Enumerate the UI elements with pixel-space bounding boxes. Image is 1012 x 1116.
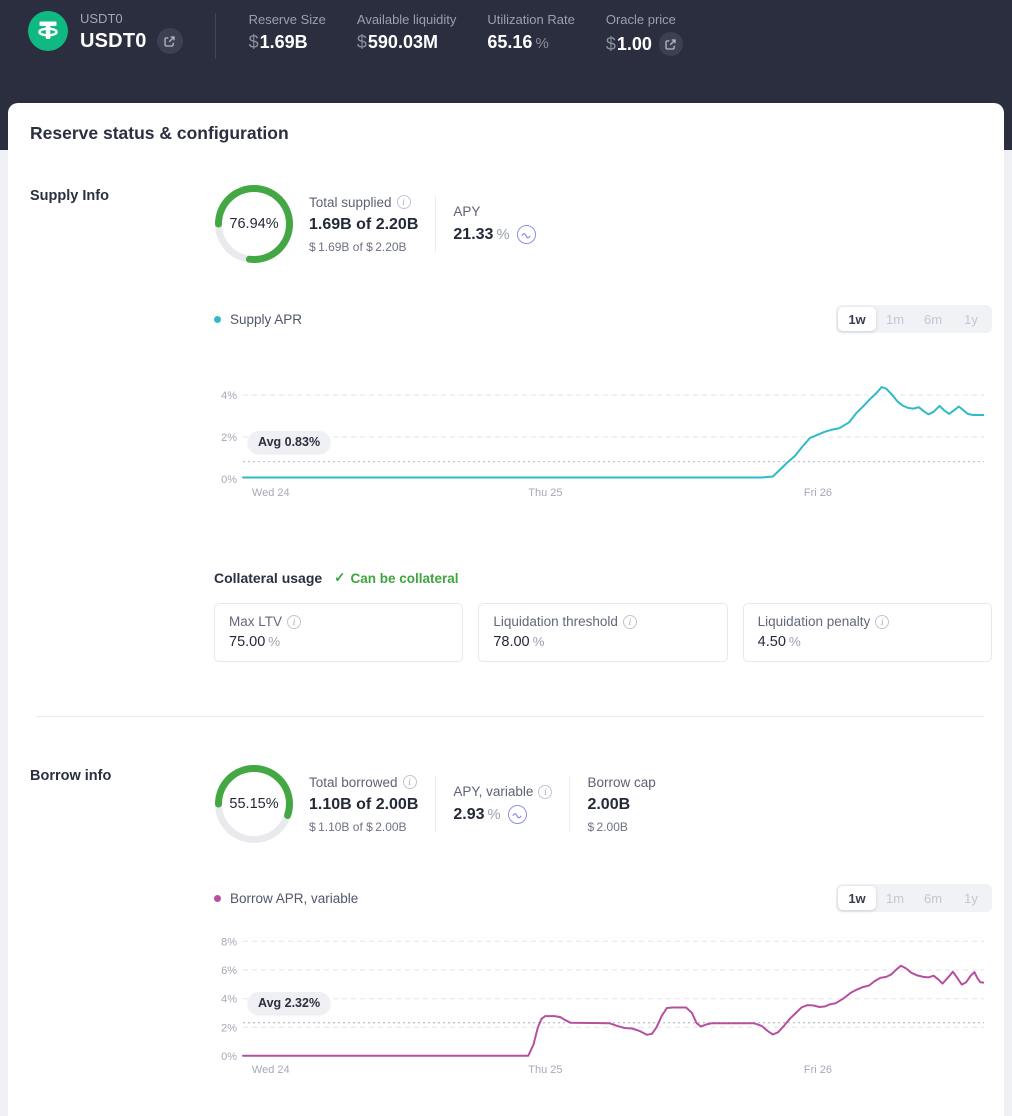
supply-apy-block: APY 21.33% [453, 204, 535, 244]
timerange-6m[interactable]: 6m [914, 307, 952, 331]
svg-text:6%: 6% [221, 965, 237, 977]
stat-oracle-price: Oracle price $1.00 [606, 12, 683, 56]
borrow-chart-legend: Borrow APR, variable [214, 891, 358, 906]
timerange-1m[interactable]: 1m [876, 886, 914, 910]
divider [435, 196, 436, 252]
header-stats: Reserve Size $1.69B Available liquidity … [249, 11, 683, 56]
supply-timerange-selector: 1w 1m 6m 1y [836, 305, 992, 333]
svg-text:0%: 0% [221, 1051, 237, 1063]
svg-text:Thu 25: Thu 25 [528, 487, 562, 499]
svg-text:4%: 4% [221, 994, 237, 1006]
can-be-collateral-badge: ✓ Can be collateral [334, 570, 458, 586]
borrow-section-label: Borrow info [30, 768, 111, 784]
supply-overview: 76.94% Total suppliedi 1.69B of 2.20B $ … [214, 184, 992, 264]
token-name: USDT0 [80, 30, 147, 53]
timerange-1y[interactable]: 1y [952, 886, 990, 910]
svg-text:4%: 4% [221, 390, 237, 402]
info-icon[interactable]: i [538, 785, 552, 799]
header-divider [215, 13, 216, 59]
supply-chart-legend: Supply APR [214, 312, 302, 327]
borrow-section: Borrow info 55.15% Total borrowedi 1.10B… [28, 764, 992, 1085]
borrow-legend-dot [214, 895, 221, 902]
timerange-1w[interactable]: 1w [838, 886, 876, 910]
token-external-link-button[interactable] [157, 28, 183, 54]
supply-gauge: 76.94% [214, 184, 294, 264]
divider [569, 776, 570, 832]
external-link-icon [163, 35, 176, 48]
collateral-title: Collateral usage [214, 570, 322, 586]
borrow-apr-chart: 0% 2% 4% 6% 8% Wed 24 Thu 25 Fri 26 Avg 2.32% [214, 933, 992, 1085]
external-link-icon [664, 38, 677, 51]
svg-text:Wed 24: Wed 24 [252, 487, 290, 499]
section-divider [36, 716, 984, 717]
supply-section: Supply Info 76.94% Total suppliedi 1.69B… [28, 184, 992, 662]
svg-text:8%: 8% [221, 936, 237, 948]
timerange-1y[interactable]: 1y [952, 307, 990, 331]
info-icon[interactable]: i [397, 195, 411, 209]
check-icon: ✓ [334, 570, 345, 586]
svg-text:0%: 0% [221, 474, 237, 486]
info-icon[interactable]: i [875, 615, 889, 629]
total-borrowed-block: Total borrowedi 1.10B of 2.00B $ 1.10B o… [309, 775, 418, 834]
divider [435, 776, 436, 832]
svg-text:Thu 25: Thu 25 [528, 1064, 562, 1076]
supply-section-label: Supply Info [30, 188, 109, 204]
svg-text:Fri 26: Fri 26 [804, 487, 832, 499]
info-icon[interactable]: i [403, 775, 417, 789]
info-icon[interactable]: i [287, 615, 301, 629]
max-ltv-box: Max LTVi 75.00% [214, 603, 463, 662]
borrow-overview: 55.15% Total borrowedi 1.10B of 2.00B $ … [214, 764, 992, 844]
timerange-1m[interactable]: 1m [876, 307, 914, 331]
timerange-6m[interactable]: 6m [914, 886, 952, 910]
svg-text:2%: 2% [221, 1022, 237, 1034]
liquidation-threshold-box: Liquidation thresholdi 78.00% [478, 603, 727, 662]
svg-text:Fri 26: Fri 26 [804, 1064, 832, 1076]
info-icon[interactable]: i [623, 615, 637, 629]
oracle-external-link-button[interactable] [659, 32, 683, 56]
supply-gauge-percent: 76.94% [214, 184, 294, 264]
apy-trend-icon[interactable] [508, 805, 527, 824]
stat-reserve-size: Reserve Size $1.69B [249, 12, 326, 56]
borrow-gauge-percent: 55.15% [214, 764, 294, 844]
borrow-apy-block: APY, variablei 2.93% [453, 784, 552, 824]
supply-avg-badge: Avg 0.83% [248, 431, 330, 453]
reserve-status-card: Reserve status & configuration Supply In… [8, 103, 1004, 1116]
borrow-timerange-selector: 1w 1m 6m 1y [836, 884, 992, 912]
collateral-usage: Collateral usage ✓ Can be collateral Max… [214, 570, 992, 662]
svg-text:2%: 2% [221, 432, 237, 444]
liquidation-penalty-box: Liquidation penaltyi 4.50% [743, 603, 992, 662]
token-symbol-small: USDT0 [80, 11, 183, 26]
total-supplied-block: Total suppliedi 1.69B of 2.20B $ 1.69B o… [309, 195, 418, 254]
stat-available-liquidity: Available liquidity $590.03M [357, 12, 457, 56]
page-title: Reserve status & configuration [28, 123, 992, 144]
timerange-1w[interactable]: 1w [838, 307, 876, 331]
supply-apr-chart: 0% 2% 4% Wed 24 Thu 25 Fri 26 Avg 0.83% [214, 368, 992, 508]
usdt-token-icon [28, 11, 68, 51]
stat-utilization-rate: Utilization Rate 65.16% [487, 12, 574, 56]
supply-legend-dot [214, 316, 221, 323]
apy-trend-icon[interactable] [517, 225, 536, 244]
borrow-avg-badge: Avg 2.32% [248, 992, 330, 1014]
svg-text:Wed 24: Wed 24 [252, 1064, 290, 1076]
borrow-gauge: 55.15% [214, 764, 294, 844]
borrow-cap-block: Borrow cap 2.00B $ 2.00B [587, 775, 655, 834]
